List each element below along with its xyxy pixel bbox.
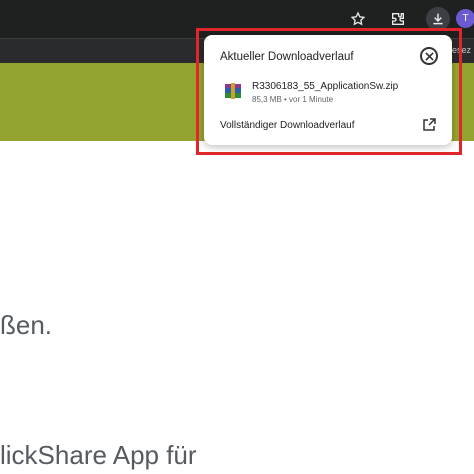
extensions-icon xyxy=(392,13,404,25)
page-text-line-2: lickShare App für xyxy=(0,440,197,470)
star-icon xyxy=(350,11,366,26)
page-text-line-1: ßen. xyxy=(0,310,53,340)
download-icon xyxy=(433,13,443,25)
highlight-annotation-box xyxy=(196,28,462,155)
profile-avatar[interactable]: T xyxy=(456,9,474,28)
